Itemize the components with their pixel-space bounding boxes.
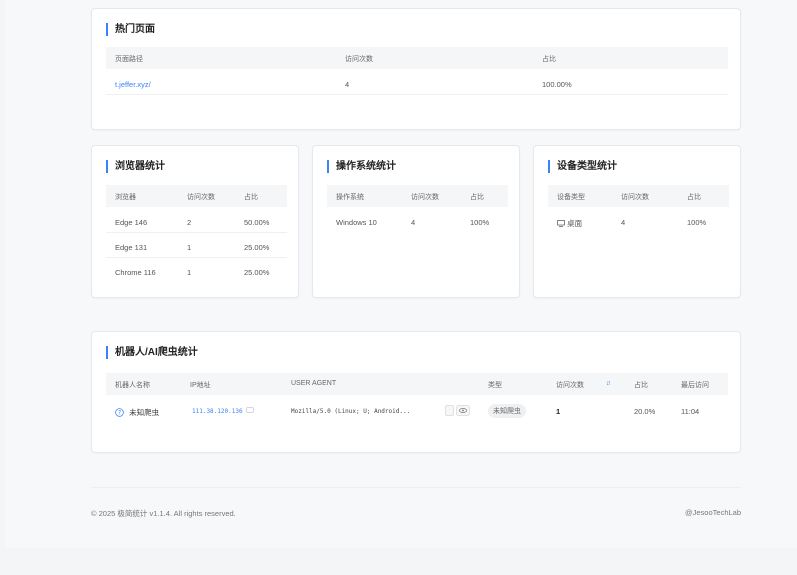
os-stats-card: 操作系统统计 操作系统 访问次数 占比 Windows 10 4 100% — [312, 145, 520, 298]
footer-copyright: © 2025 极简统计 v1.1.4. All rights reserved. — [91, 509, 236, 518]
bot-stats-card: 机器人/AI爬虫统计 机器人名称 IP地址 USER AGENT 类型 访问次数… — [91, 331, 741, 453]
header-ratio: 占比 — [687, 194, 701, 201]
browser-name: Edge 131 — [115, 243, 148, 252]
bot-ip[interactable]: 111.38.120.136 — [192, 408, 243, 415]
device-type: 桌面 — [557, 218, 582, 229]
browser-visits: 1 — [187, 268, 192, 277]
header-ip: IP地址 — [190, 382, 211, 389]
hot-pages-card: 热门页面 页面路径 访问次数 占比 t.jeffer.xyz/ 4 100.00… — [91, 8, 741, 130]
browser-name: Chrome 116 — [115, 268, 156, 277]
bot-type-badge: 未知爬虫 — [488, 404, 526, 418]
table-row: Windows 10 4 100% — [327, 211, 508, 233]
header-page-path: 页面路径 — [115, 56, 143, 63]
bot-table-header: 机器人名称 IP地址 USER AGENT 类型 访问次数 ↓↑ 占比 最后访问 — [106, 373, 728, 395]
device-stats-title: 设备类型统计 — [548, 160, 617, 173]
device-stats-card: 设备类型统计 设备类型 访问次数 占比 桌面 4 100% — [533, 145, 741, 298]
page-ratio: 100.00% — [542, 80, 572, 89]
svg-text:?: ? — [118, 411, 121, 417]
table-row: Chrome 116 1 25.00% — [106, 261, 287, 283]
browser-name: Edge 146 — [115, 218, 148, 227]
header-visits: 访问次数 — [556, 382, 584, 389]
os-visits: 4 — [411, 218, 416, 227]
bot-visits: 1 — [556, 407, 561, 416]
browser-ratio: 25.00% — [244, 268, 270, 277]
header-user-agent: USER AGENT — [291, 380, 337, 387]
hot-pages-table-header: 页面路径 访问次数 占比 — [106, 47, 728, 69]
table-row: ? 未知爬虫 111.38.120.136 Mozilla/5.0 (Linux… — [106, 399, 728, 425]
hot-pages-title: 热门页面 — [106, 23, 155, 36]
copy-ip-icon[interactable] — [246, 407, 254, 413]
header-ratio: 占比 — [470, 194, 484, 201]
device-table-header: 设备类型 访问次数 占比 — [548, 185, 729, 207]
os-stats-title: 操作系统统计 — [327, 160, 396, 173]
header-ratio: 占比 — [542, 56, 556, 63]
page-path-link[interactable]: t.jeffer.xyz/ — [115, 80, 151, 89]
browser-table-header: 浏览器 访问次数 占比 — [106, 185, 287, 207]
bot-stats-title: 机器人/AI爬虫统计 — [106, 346, 198, 359]
eye-icon[interactable] — [456, 405, 470, 416]
bot-user-agent: Mozilla/5.0 (Linux; U; Android... — [291, 408, 411, 415]
device-name: 桌面 — [567, 219, 583, 228]
sort-icon[interactable]: ↓↑ — [606, 380, 611, 387]
bot-type-cell: 未知爬虫 — [488, 404, 526, 418]
header-ratio: 占比 — [244, 194, 258, 201]
header-ratio: 占比 — [634, 382, 648, 389]
os-name: Windows 10 — [336, 218, 377, 227]
header-device: 设备类型 — [557, 194, 585, 201]
header-browser: 浏览器 — [115, 194, 136, 201]
footer-brand-link[interactable]: @JesooTechLab — [685, 508, 741, 517]
header-last-visit: 最后访问 — [681, 382, 709, 389]
header-visits: 访问次数 — [621, 194, 649, 201]
device-visits: 4 — [621, 218, 626, 227]
browser-visits: 2 — [187, 218, 192, 227]
bot-name-cell: ? 未知爬虫 — [115, 407, 159, 418]
header-visits: 访问次数 — [411, 194, 439, 201]
desktop-icon — [557, 220, 565, 227]
device-ratio: 100% — [687, 218, 707, 227]
question-circle-icon: ? — [115, 408, 124, 417]
header-os: 操作系统 — [336, 194, 364, 201]
header-type: 类型 — [488, 382, 502, 389]
table-row: 桌面 4 100% — [548, 211, 729, 233]
header-bot-name: 机器人名称 — [115, 382, 150, 389]
browser-ratio: 50.00% — [244, 218, 270, 227]
browser-stats-title: 浏览器统计 — [106, 160, 165, 173]
bot-last-visit: 11:04 — [681, 407, 700, 416]
header-visits: 访问次数 — [187, 194, 215, 201]
bot-ratio: 20.0% — [634, 407, 656, 416]
browser-ratio: 25.00% — [244, 243, 270, 252]
footer-divider — [91, 487, 741, 488]
bot-name: 未知爬虫 — [129, 408, 160, 417]
browser-stats-card: 浏览器统计 浏览器 访问次数 占比 Edge 146 2 50.00% Edge… — [91, 145, 299, 298]
header-visits: 访问次数 — [345, 56, 373, 63]
os-table-header: 操作系统 访问次数 占比 — [327, 185, 508, 207]
browser-visits: 1 — [187, 243, 192, 252]
copy-ua-button[interactable] — [445, 405, 454, 416]
table-row: t.jeffer.xyz/ 4 100.00% — [106, 73, 728, 95]
table-row: Edge 146 2 50.00% — [106, 211, 287, 233]
table-row: Edge 131 1 25.00% — [106, 236, 287, 258]
page-visits: 4 — [345, 80, 350, 89]
os-ratio: 100% — [470, 218, 490, 227]
